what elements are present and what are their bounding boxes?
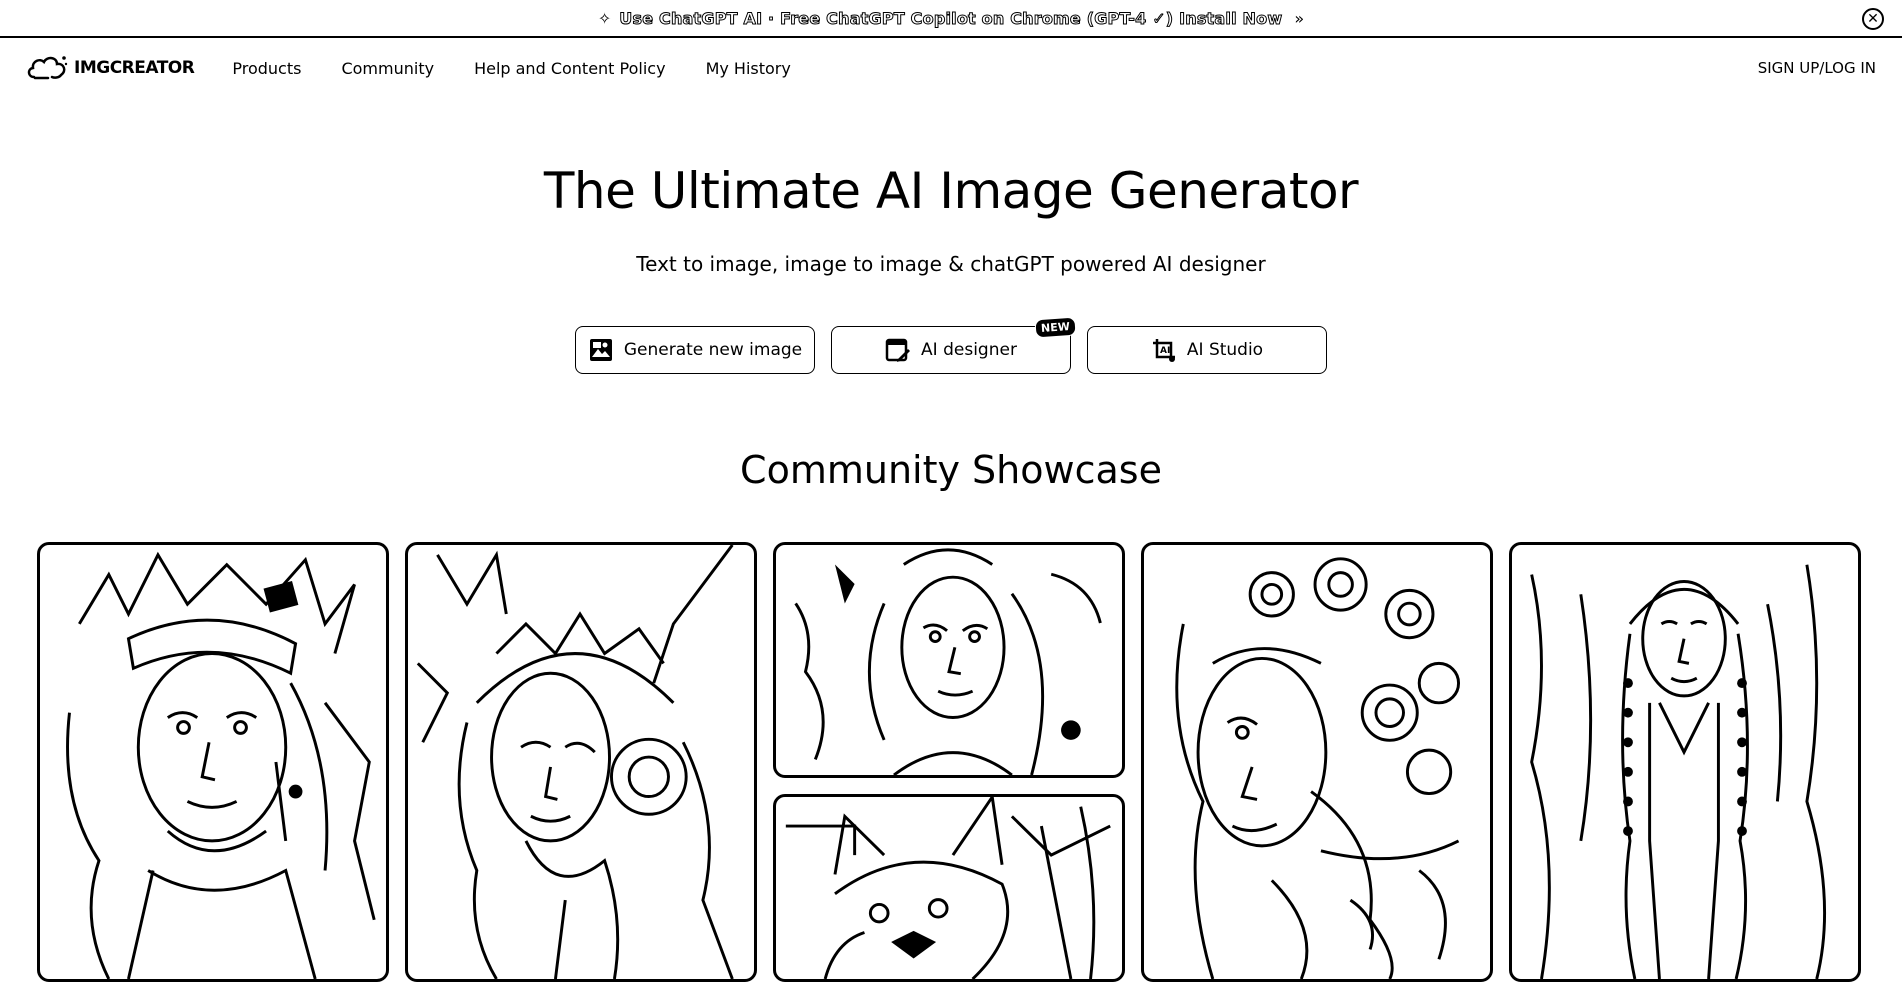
cta-buttons: Generate new image AI designer NEW AI AI…: [575, 316, 1327, 374]
showcase-tile[interactable]: [1509, 542, 1861, 982]
showcase-gallery: [37, 542, 1865, 982]
showcase-tile[interactable]: [37, 542, 389, 982]
close-banner-button[interactable]: ✕: [1862, 8, 1884, 30]
signup-login-link[interactable]: SIGN UP/LOG IN: [1758, 59, 1876, 77]
nav-community[interactable]: Community: [341, 59, 434, 78]
svg-text:AI: AI: [1160, 346, 1170, 356]
ai-designer-label: AI designer: [921, 340, 1017, 360]
woman-portrait-flowers-artwork: [794, 548, 1102, 775]
page-title: The Ultimate AI Image Generator: [543, 162, 1359, 220]
logo-text: IMGCREATOR: [74, 58, 195, 78]
studio-icon: AI: [1152, 339, 1175, 362]
double-arrow-icon: »: [1294, 8, 1305, 28]
ai-designer-button[interactable]: AI designer NEW: [831, 316, 1077, 374]
promo-banner-link[interactable]: ✧ Use ChatGPT AI · Free ChatGPT Copilot …: [597, 8, 1305, 28]
woman-horned-helmet-artwork: [416, 545, 734, 979]
ai-studio-button[interactable]: AI AI Studio: [1087, 326, 1327, 374]
promo-text[interactable]: Use ChatGPT AI · Free ChatGPT Copilot on…: [619, 8, 1283, 28]
site-header: IMGCREATOR Products Community Help and C…: [0, 40, 1902, 96]
woman-floral-hair-artwork: [1175, 557, 1461, 979]
ai-studio-label: AI Studio: [1186, 340, 1264, 360]
cloud-logo-icon: [27, 56, 68, 80]
nav-my-history[interactable]: My History: [706, 59, 791, 78]
close-icon: ✕: [1867, 11, 1879, 27]
nav-products[interactable]: Products: [232, 59, 301, 78]
generate-new-image-button[interactable]: Generate new image: [575, 326, 815, 374]
main-nav: Products Community Help and Content Poli…: [232, 59, 830, 78]
logo[interactable]: IMGCREATOR: [26, 53, 195, 83]
showcase-tile[interactable]: [773, 542, 1125, 778]
woman-feather-headdress-artwork: [66, 551, 376, 979]
showcase-tile[interactable]: [405, 542, 757, 982]
sparkle-icon: ✧: [597, 8, 612, 28]
new-badge: NEW: [1034, 316, 1077, 339]
dog-wolf-artwork: [785, 797, 1111, 979]
page-subtitle: Text to image, image to image & chatGPT …: [636, 252, 1266, 276]
showcase-tile[interactable]: [773, 794, 1125, 982]
showcase-tile[interactable]: [1141, 542, 1493, 982]
nav-help-content-policy[interactable]: Help and Content Policy: [474, 59, 666, 78]
generate-new-image-label: Generate new image: [623, 340, 803, 360]
promo-banner: ✧ Use ChatGPT AI · Free ChatGPT Copilot …: [0, 0, 1902, 38]
image-icon: [589, 339, 612, 361]
woman-braids-artwork: [1530, 564, 1827, 979]
edit-icon: [885, 338, 911, 362]
showcase-title: Community Showcase: [740, 448, 1162, 492]
